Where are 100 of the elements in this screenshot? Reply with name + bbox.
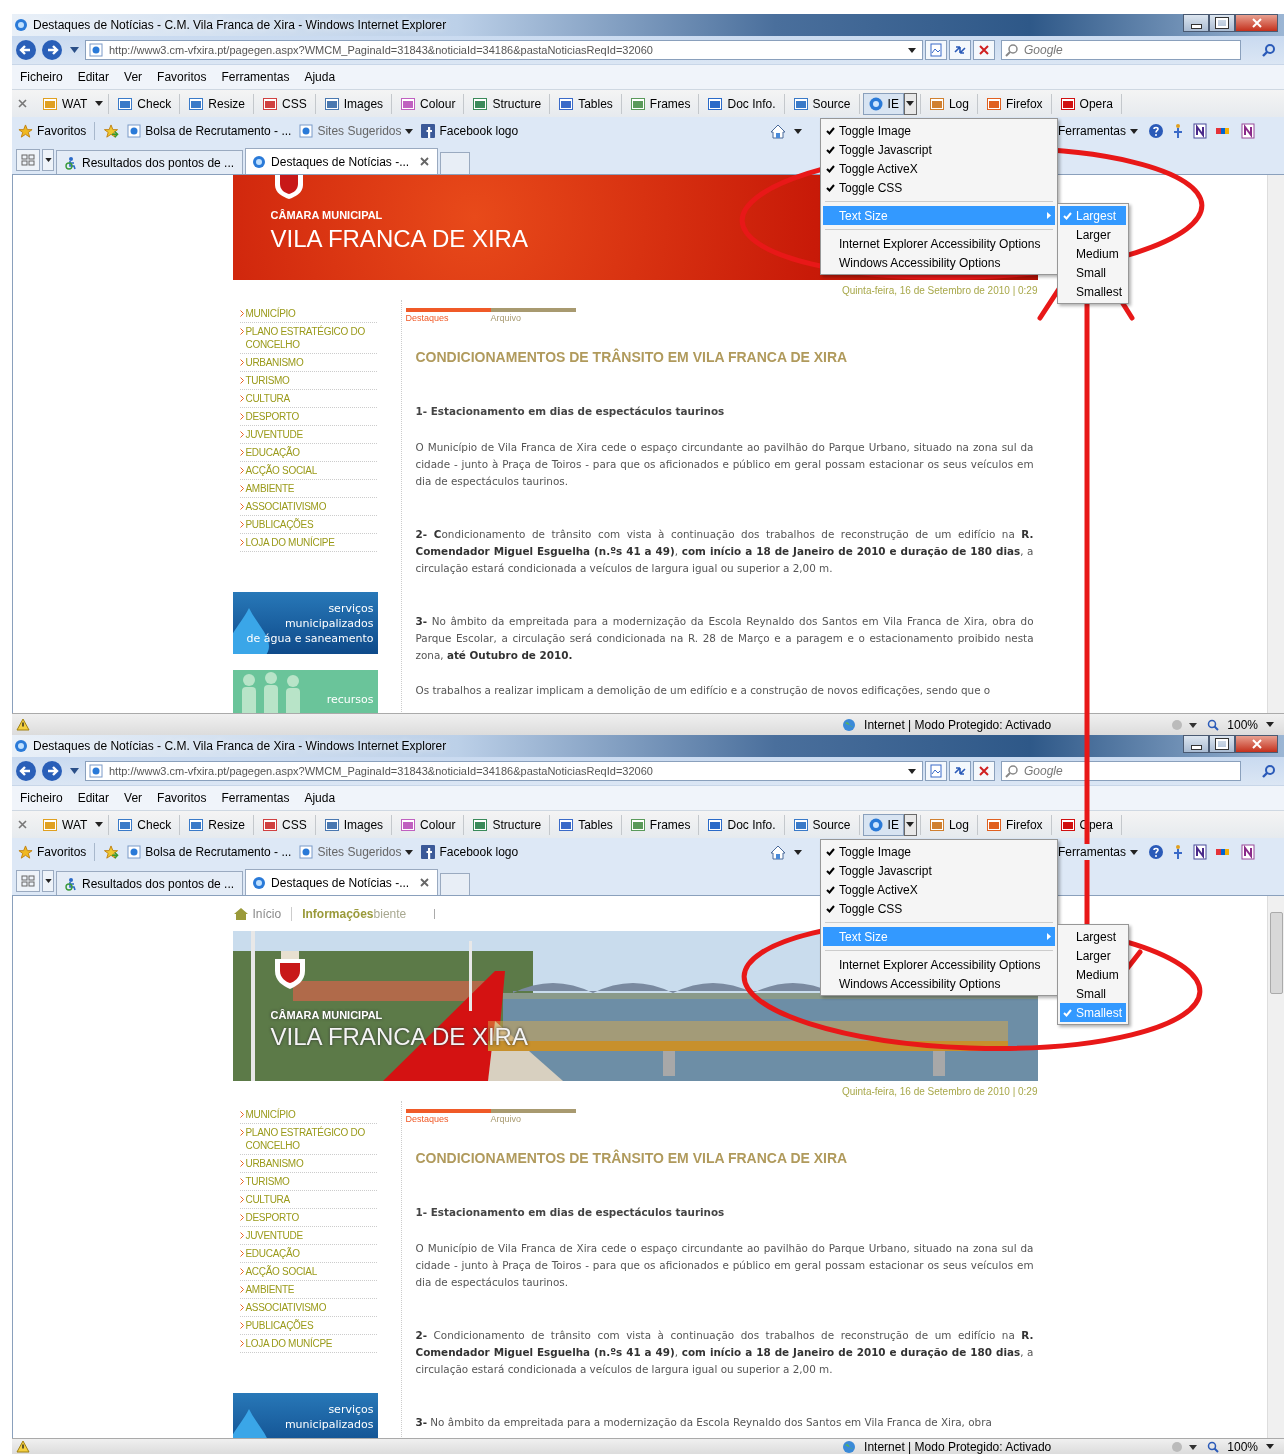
shop-icon[interactable] <box>1216 847 1232 857</box>
toolbar-button[interactable]: IE <box>862 813 904 836</box>
forward-button[interactable] <box>40 759 64 783</box>
menu-item[interactable]: Windows Accessibility Options <box>823 253 1055 272</box>
accessibility-icon[interactable] <box>1172 123 1184 139</box>
toolbar-button[interactable]: Images <box>318 92 389 115</box>
menu-item[interactable]: Medium <box>1060 965 1126 984</box>
menu-item[interactable]: Toggle Image <box>823 121 1055 140</box>
menu-item[interactable]: Windows Accessibility Options <box>823 974 1055 993</box>
accessibility-icon[interactable] <box>1172 844 1184 860</box>
promo-banner[interactable]: serviços municipalizados <box>232 1393 378 1438</box>
toolbar-button[interactable]: WAT <box>37 92 93 115</box>
home-icon[interactable] <box>769 123 786 139</box>
toolbar-button[interactable]: Structure <box>467 813 547 836</box>
menu-item[interactable]: Ver <box>124 70 143 84</box>
add-favorite-icon[interactable] <box>103 123 120 139</box>
security-icon[interactable] <box>1169 1439 1200 1454</box>
menu-item[interactable]: Favoritos <box>157 70 207 84</box>
minimize-button[interactable] <box>1183 735 1209 753</box>
toolbar-button[interactable]: Doc Info. <box>702 92 781 115</box>
toolbar-button[interactable]: Doc Info. <box>702 813 781 836</box>
close-button[interactable] <box>1235 14 1278 32</box>
caret-icon[interactable] <box>793 849 802 855</box>
browser-tab[interactable]: Destaques de Notícias -... <box>245 869 439 895</box>
toolbar-button[interactable]: Colour <box>395 813 461 836</box>
menu-item[interactable]: Internet Explorer Accessibility Options <box>823 234 1055 253</box>
menu-item[interactable]: Ferramentas <box>221 70 290 84</box>
toolbar-button[interactable]: Firefox <box>980 813 1048 836</box>
toolbar-button[interactable]: Resize <box>183 92 251 115</box>
zoom-icon[interactable] <box>1207 1440 1220 1453</box>
shop-icon[interactable] <box>1216 126 1232 136</box>
help-icon[interactable] <box>1148 123 1164 139</box>
menu-item[interactable]: Toggle Image <box>823 842 1055 861</box>
help-icon[interactable] <box>1148 844 1164 860</box>
menu-item[interactable]: Ferramentas <box>221 791 290 805</box>
menu-item[interactable]: Small <box>1060 263 1126 282</box>
back-button[interactable] <box>14 759 38 783</box>
toolbar-button[interactable]: WAT <box>37 813 93 836</box>
search-field[interactable]: Google <box>1001 761 1241 781</box>
menu-item[interactable]: Internet Explorer Accessibility Options <box>823 955 1055 974</box>
security-icon[interactable] <box>1169 717 1200 732</box>
favorites-item[interactable]: Facebook logo <box>421 845 519 859</box>
menu-item[interactable]: Medium <box>1060 244 1126 263</box>
close-icon[interactable] <box>420 878 430 887</box>
menu-item[interactable]: Toggle Javascript <box>823 861 1055 880</box>
search-icon[interactable] <box>1262 764 1276 778</box>
menu-item[interactable]: Ajuda <box>304 70 336 84</box>
favorites-item[interactable]: Bolsa de Recrutamento - ... <box>127 124 292 138</box>
menu-item[interactable]: Toggle Javascript <box>823 140 1055 159</box>
nav-link[interactable]: Início <box>232 906 293 921</box>
add-favorite-icon[interactable] <box>103 844 120 860</box>
search-icon[interactable] <box>1262 43 1276 57</box>
menu-item[interactable]: Toggle ActiveX <box>823 159 1055 178</box>
menu-item[interactable]: Ficheiro <box>20 70 63 84</box>
refresh-button[interactable] <box>949 761 971 781</box>
news-tab[interactable]: Destaques <box>405 1109 491 1124</box>
toolbar-button[interactable]: Images <box>318 813 389 836</box>
toolbar-button[interactable]: CSS <box>257 813 312 836</box>
caret-icon[interactable] <box>1266 722 1274 727</box>
home-icon[interactable] <box>769 844 786 860</box>
zoom-level[interactable]: 100% <box>1227 1439 1258 1454</box>
toolbar-button[interactable]: Frames <box>624 813 696 836</box>
menu-item[interactable]: Ficheiro <box>20 791 63 805</box>
compatibility-button[interactable] <box>925 761 947 781</box>
menu-item[interactable]: Editar <box>77 791 110 805</box>
close-icon[interactable] <box>420 157 430 166</box>
stop-button[interactable] <box>973 40 995 60</box>
tab-list-button[interactable] <box>42 149 54 171</box>
toolbar-button[interactable]: Log <box>923 813 974 836</box>
toolbar-button[interactable]: CSS <box>257 92 312 115</box>
toolbar-button[interactable]: Check <box>112 813 177 836</box>
toolbar-button[interactable]: Structure <box>467 92 547 115</box>
stop-button[interactable] <box>973 761 995 781</box>
menu-item[interactable]: Editar <box>77 70 110 84</box>
browser-tab[interactable]: Resultados dos pontos de ... <box>56 871 244 895</box>
menu-item[interactable]: Toggle ActiveX <box>823 880 1055 899</box>
toolbar-button[interactable]: Tables <box>553 813 618 836</box>
search-field[interactable]: Google <box>1001 40 1241 60</box>
toolbar-button[interactable]: Frames <box>624 92 696 115</box>
toolbar-button[interactable]: Firefox <box>980 92 1048 115</box>
toolbar-button[interactable]: Source <box>787 92 856 115</box>
favorites-item[interactable]: Favoritos <box>18 844 87 860</box>
note-icon[interactable] <box>1240 844 1256 860</box>
zoom-icon[interactable] <box>1207 718 1220 731</box>
menu-item[interactable]: Favoritos <box>157 791 207 805</box>
close-button[interactable] <box>1235 735 1278 753</box>
scrollbar[interactable] <box>1267 896 1284 1438</box>
menu-item[interactable]: Larger <box>1060 946 1126 965</box>
favorites-item[interactable]: Sites Sugeridos <box>299 845 414 859</box>
minimize-button[interactable] <box>1183 14 1209 32</box>
favorites-item[interactable]: Facebook logo <box>421 124 519 138</box>
maximize-button[interactable] <box>1209 14 1235 32</box>
tools-menu[interactable]: Ferramentas <box>1055 844 1140 860</box>
note-icon[interactable] <box>1192 123 1208 139</box>
toolbar-button[interactable]: Resize <box>183 813 251 836</box>
tab-list-button[interactable] <box>42 870 54 892</box>
news-tab[interactable]: Destaques <box>405 308 491 323</box>
promo-banner[interactable]: serviços municipalizados de água e saneamento <box>232 592 378 654</box>
close-icon[interactable] <box>18 820 27 829</box>
favorites-item[interactable]: Favoritos <box>18 123 87 139</box>
